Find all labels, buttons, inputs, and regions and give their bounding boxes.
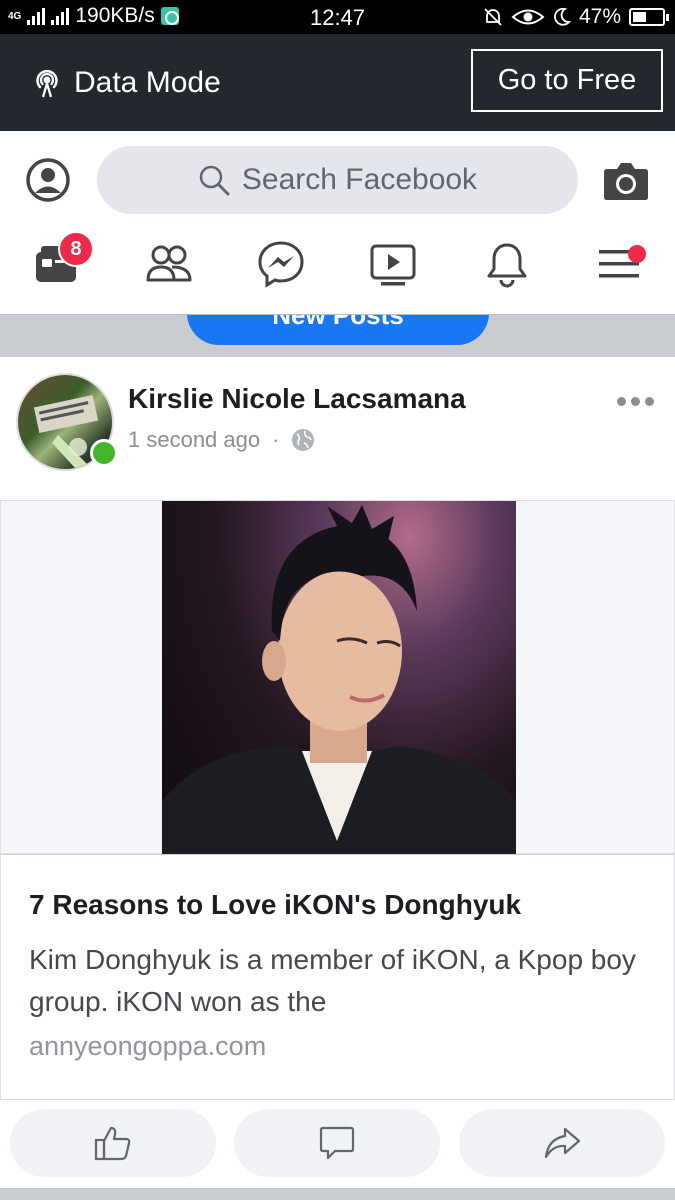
eye-icon — [511, 9, 545, 25]
status-right: 47% — [483, 5, 669, 29]
camera-icon[interactable] — [603, 159, 649, 201]
share-button[interactable] — [459, 1109, 665, 1177]
online-status-dot — [90, 439, 118, 467]
portrait-illustration — [162, 505, 516, 855]
link-domain: annyeongoppa.com — [29, 1031, 267, 1061]
status-bar: 4G 190KB/s 12:47 47% — [0, 0, 675, 34]
like-button[interactable] — [10, 1109, 216, 1177]
search-bar[interactable]: Search Facebook — [97, 146, 578, 214]
comment-button[interactable] — [234, 1109, 440, 1177]
feed-post: Kirslie Nicole Lacsamana 1 second ago · — [0, 357, 675, 1190]
data-mode-label: Data Mode — [74, 66, 221, 99]
share-icon — [544, 1127, 581, 1159]
silent-icon — [484, 8, 502, 26]
post-options-icon[interactable] — [617, 397, 657, 409]
battery-fill — [633, 12, 647, 22]
battery-icon — [629, 8, 669, 26]
comment-icon — [319, 1126, 355, 1160]
data-mode-indicator[interactable]: Data Mode — [32, 66, 221, 100]
link-image-container — [0, 500, 675, 855]
feed-divider-bottom — [0, 1188, 675, 1200]
profile-icon[interactable] — [26, 158, 70, 202]
go-to-free-button[interactable]: Go to Free — [471, 49, 663, 112]
moon-icon — [554, 7, 571, 26]
link-title: 7 Reasons to Love iKON's Donghyuk — [29, 889, 522, 920]
post-meta: 1 second ago · — [128, 427, 315, 453]
notifications-icon[interactable] — [483, 240, 531, 288]
globe-icon — [292, 429, 315, 451]
facebook-header: Search Facebook 8 — [0, 131, 675, 314]
feed-divider: New Posts — [0, 314, 675, 357]
link-preview-card[interactable]: 7 Reasons to Love iKON's Donghyuk Kim Do… — [0, 500, 675, 1100]
menu-notification-dot — [628, 245, 646, 263]
new-posts-button[interactable]: New Posts — [187, 315, 489, 345]
like-icon — [94, 1126, 131, 1161]
post-timestamp[interactable]: 1 second ago — [128, 427, 260, 453]
broadcast-icon — [36, 69, 58, 98]
search-placeholder: Search Facebook — [241, 163, 478, 196]
data-mode-bar: Data Mode Go to Free — [0, 34, 675, 131]
meta-separator: · — [272, 427, 280, 452]
watch-icon[interactable] — [369, 240, 417, 288]
link-description: Kim Donghyuk is a member of iKON, a Kpop… — [29, 944, 636, 1017]
link-info: 7 Reasons to Love iKON's Donghyuk Kim Do… — [0, 854, 675, 1100]
messenger-icon[interactable] — [257, 240, 305, 288]
search-icon — [199, 165, 230, 196]
post-author-name[interactable]: Kirslie Nicole Lacsamana — [128, 383, 466, 415]
home-notification-badge: 8 — [58, 231, 94, 267]
battery-percent: 47% — [578, 5, 621, 28]
nav-row — [0, 228, 675, 308]
friends-icon[interactable] — [145, 240, 193, 288]
link-photo — [162, 501, 516, 855]
post-actions — [0, 1109, 675, 1179]
